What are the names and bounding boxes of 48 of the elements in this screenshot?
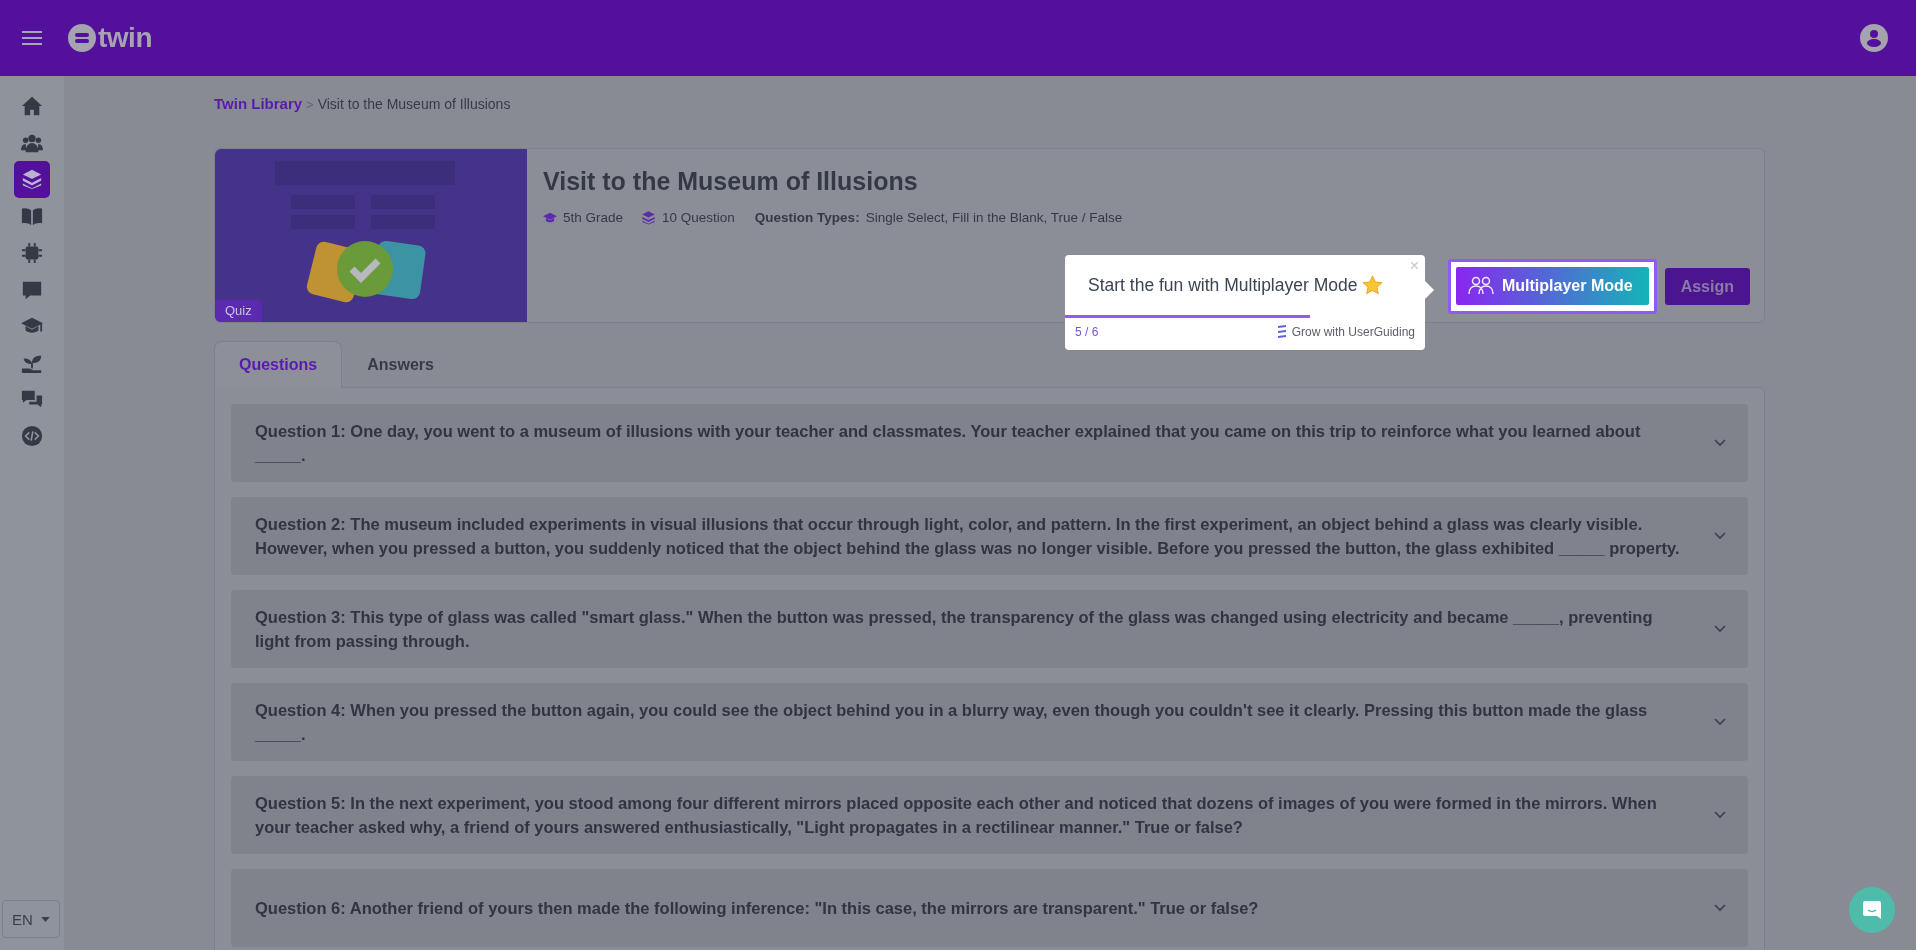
question-count: 10 Question [662, 210, 735, 225]
close-button[interactable]: × [1407, 257, 1421, 275]
question-text: Question 3: This type of glass was called "smart glass." When the button was pressed, the transparency of the glass was changed using electricity and became _____, preventing light from passing through. [255, 607, 1654, 652]
multiplayer-mode-button[interactable]: Multiplayer Mode [1455, 267, 1649, 305]
chip-icon [21, 241, 43, 264]
question-text: Question 4: When you pressed the button again, you could see the object behind you in a blurry way, even though you couldn't see it clearly. Pressing this button made the glass _____. [255, 700, 1649, 745]
tab[interactable]: Answers [342, 341, 460, 388]
graduation-cap-icon [543, 210, 557, 225]
step-counter: 5 / 6 [1075, 325, 1099, 339]
language-dropdown[interactable]: EN [2, 900, 60, 938]
question-text: Question 1: One day, you went to a museum of illusions with your teacher and classmates. Your teacher explained that you came on this trip to reinforce what you learned about _____. [255, 421, 1642, 466]
question-item[interactable] [231, 497, 1748, 575]
question-text: Question 2: The museum included experiments in visual illusions that occur through light, color, and pattern. In the first experiment, an object behind a glass was clearly visible. However, when you pressed a button, you suddenly noticed that the object behind the glass was no longer visible. Before you pressed the button, the glass exhibited _____ property. [255, 514, 1681, 559]
brand-text[interactable]: Grow with UserGuiding [1291, 325, 1415, 339]
code-icon [21, 425, 43, 448]
user-avatar-icon[interactable] [1860, 24, 1888, 52]
breadcrumb-current: Visit to the Museum of Illusions [317, 96, 511, 112]
layers-icon [21, 168, 43, 191]
question-item[interactable]: Question 4: When you pressed the button again, you could see the object behind you in a blurry way, even though you couldn't see it clearly. Pressing this button made the glass _____. [231, 683, 1748, 761]
caret-icon [40, 916, 50, 922]
chat-icon [1862, 900, 1882, 920]
sidebar-item[interactable] [14, 161, 50, 198]
book-icon [21, 205, 43, 228]
question-item[interactable] [231, 590, 1748, 668]
tooltip-text: Start the fun with Multiplayer Mode [1088, 274, 1358, 296]
players-icon [1467, 276, 1494, 296]
home-icon [21, 95, 43, 118]
tab[interactable]: Questions [214, 341, 343, 388]
question-item[interactable]: Question 6: Another friend of yours then made the following inference: "In this case, the mirrors are transparent." True or false? [231, 869, 1748, 947]
star-icon [1362, 274, 1384, 296]
question-text: Question 6: Another friend of yours then made the following inference: "In this case, the mirrors are transparent." True or false? [255, 898, 1260, 919]
breadcrumb-link[interactable]: Twin Library [214, 95, 303, 112]
quiz-title: Visit to the Museum of Illusions [543, 167, 919, 196]
question-types-label: Question Types: [754, 210, 860, 225]
question-text: Question 5: In the next experiment, you stood among four different mirrors placed opposite each other and noticed that dozens of images of you were formed in the mirrors. When your teacher asked why, a friend of yours answered enthusiastically, "Light propagates in a rectilinear manner." True or false? [255, 793, 1658, 838]
breadcrumb-separator: > [306, 97, 314, 112]
logo-text[interactable]: twin [98, 22, 152, 54]
logo-icon [68, 24, 96, 52]
chat-launcher[interactable] [1849, 887, 1895, 933]
assign-button[interactable]: Assign [1664, 268, 1750, 305]
question-types: Single Select, Fill in the Blank, True / False [865, 210, 1123, 225]
layers-icon [641, 210, 657, 225]
question-item[interactable]: Question 1: One day, you went to a museum of illusions with your teacher and classmates. Your teacher explained that you came on this trip to reinforce what you learned about _____. [231, 404, 1748, 482]
menu-icon[interactable] [22, 31, 42, 45]
question-item[interactable] [231, 776, 1748, 854]
quiz-badge: Quiz [215, 300, 262, 322]
grade-text: 5th Grade [563, 210, 624, 225]
brand-icon [1277, 325, 1286, 339]
